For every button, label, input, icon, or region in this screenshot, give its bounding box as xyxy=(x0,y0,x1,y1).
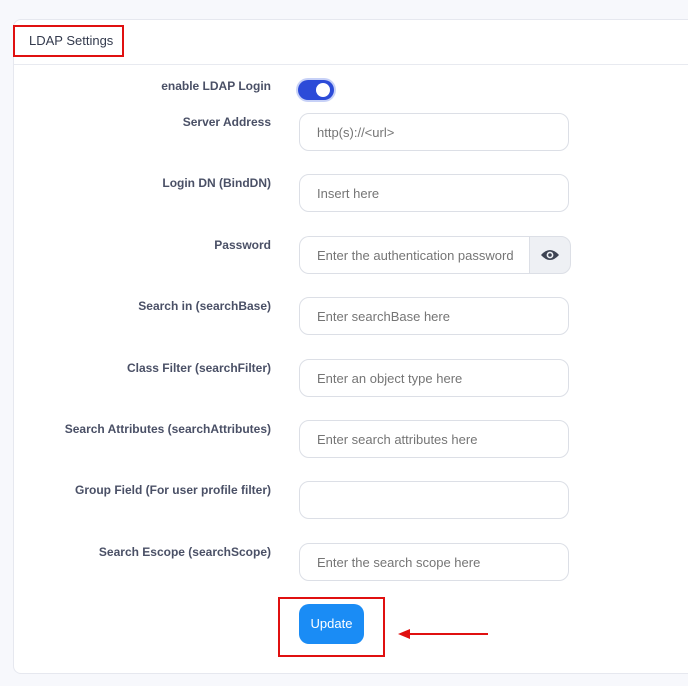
server-address-label: Server Address xyxy=(182,115,271,129)
login-dn-label: Login DN (BindDN) xyxy=(162,176,271,190)
title-highlight-box xyxy=(13,25,124,57)
annotation-arrow-icon xyxy=(398,629,488,639)
search-attributes-input[interactable] xyxy=(299,420,569,458)
password-label: Password xyxy=(214,238,271,252)
search-attributes-label: Search Attributes (searchAttributes) xyxy=(64,422,271,436)
password-input[interactable] xyxy=(299,236,530,274)
toggle-knob xyxy=(316,83,330,97)
group-field-input[interactable] xyxy=(299,481,569,519)
search-scope-input[interactable] xyxy=(299,543,569,581)
eye-icon xyxy=(541,250,559,260)
enable-ldap-login-label: enable LDAP Login xyxy=(161,79,271,93)
search-base-input[interactable] xyxy=(299,297,569,335)
toggle-password-visibility-button[interactable] xyxy=(529,236,571,274)
search-in-label: Search in (searchBase) xyxy=(138,299,271,313)
group-field-label: Group Field (For user profile filter) xyxy=(74,483,271,497)
enable-ldap-login-toggle[interactable] xyxy=(298,80,334,100)
search-scope-label: Search Escope (searchScope) xyxy=(98,545,271,559)
server-address-input[interactable] xyxy=(299,113,569,151)
update-highlight-box xyxy=(278,597,385,657)
login-dn-input[interactable] xyxy=(299,174,569,212)
class-filter-label: Class Filter (searchFilter) xyxy=(126,361,271,375)
class-filter-input[interactable] xyxy=(299,359,569,397)
